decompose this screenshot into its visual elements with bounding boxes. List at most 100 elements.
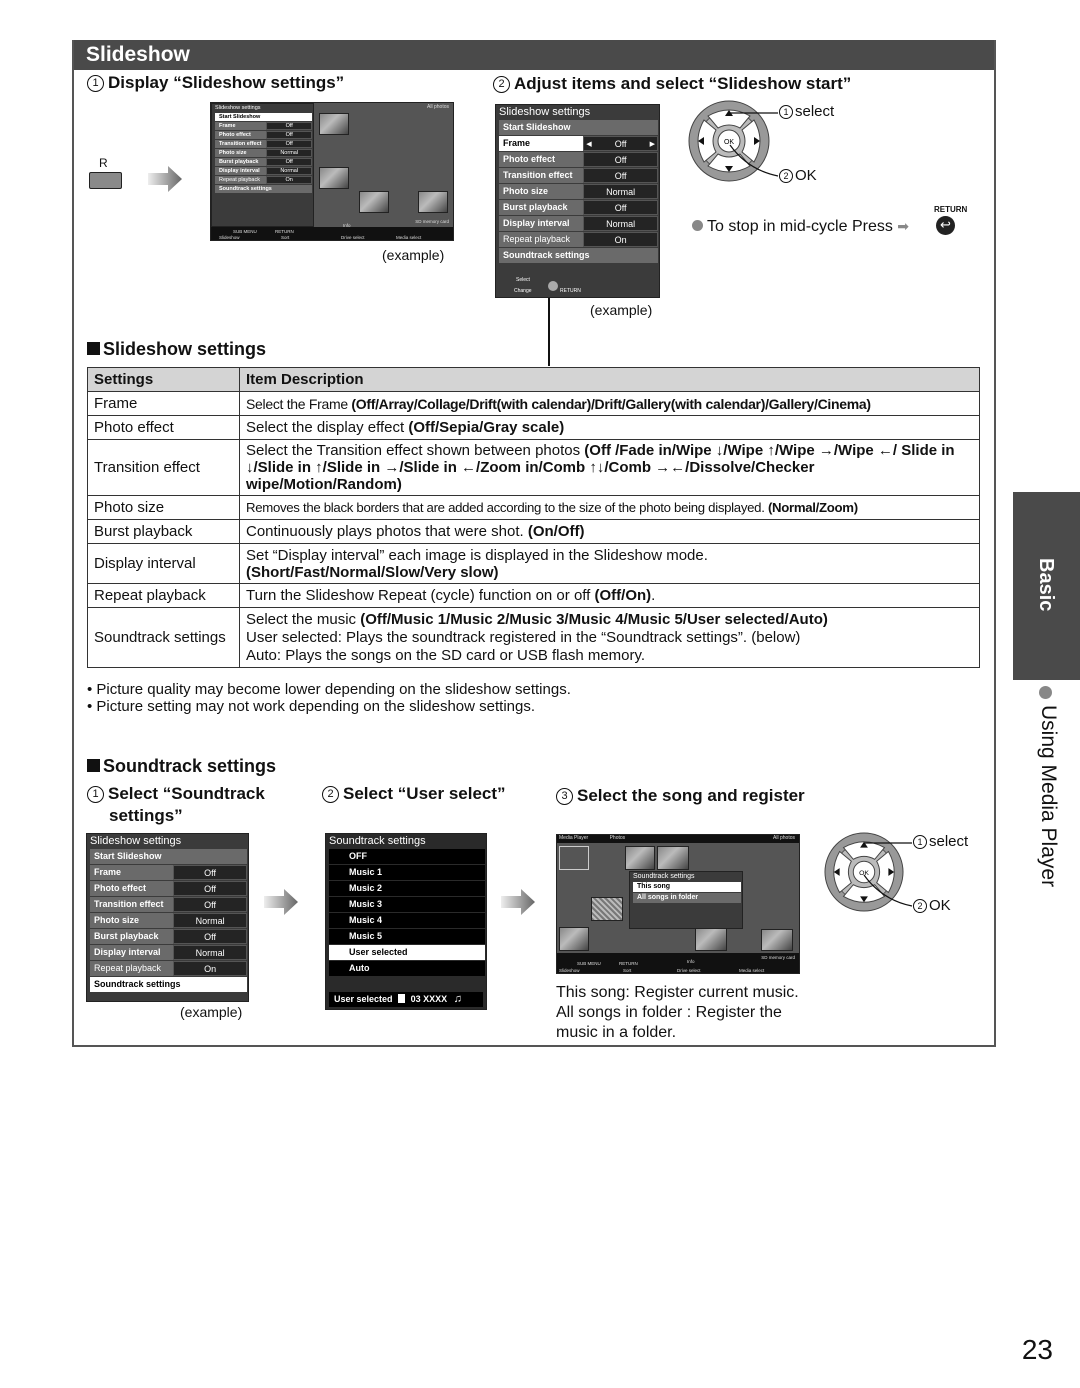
menu-item-start-slideshow[interactable]: Start Slideshow — [499, 120, 658, 135]
soundtrack-option[interactable]: Music 5 — [329, 929, 485, 944]
soundtrack-option[interactable]: OFF — [329, 849, 485, 864]
select-callout: 1 select — [913, 833, 968, 850]
soundtrack-option[interactable]: Music 1 — [329, 865, 485, 880]
menu-item[interactable]: Burst playback Off — [90, 929, 247, 944]
menu-title: Slideshow settings — [499, 106, 591, 118]
music-note-icon: ♫ — [453, 993, 462, 1005]
file-icon — [398, 994, 406, 1003]
section-soundtrack-settings: Soundtrack settings — [87, 756, 276, 777]
ok-callout: 2 OK — [913, 897, 951, 914]
example-caption: (example) — [590, 302, 653, 318]
menu-item[interactable]: Repeat playback On — [215, 176, 312, 184]
menu-item[interactable]: Start Slideshow — [215, 113, 312, 121]
return-label: RETURN — [934, 205, 968, 214]
page-number: 23 — [1021, 1334, 1053, 1365]
step1-title: Display “Slideshow settings” — [108, 73, 345, 92]
slideshow-settings-menu: Slideshow settings Start Slideshow Frame… — [495, 104, 660, 298]
table-row: Repeat playback Turn the Slideshow Repea… — [87, 583, 980, 608]
stop-note: To stop in mid-cycle Press ➡ — [692, 218, 909, 236]
table-row: Photo size Removes the black borders tha… — [87, 495, 980, 520]
menu-item-display-interval[interactable]: Display interval Normal — [499, 216, 658, 231]
soundtrack-popup: Soundtrack settings This song All songs … — [629, 871, 743, 929]
footer-return: RETURN — [560, 288, 581, 294]
soundtrack-option-selected[interactable]: User selected — [329, 945, 485, 960]
user-selected-footer: User selected 03 XXXX ♫ — [329, 992, 483, 1007]
note-item: • Picture setting may not work depending… — [87, 698, 536, 715]
step3-description: This song: Register current music. All s… — [556, 984, 799, 1041]
example-caption: (example) — [382, 247, 445, 263]
menu-item[interactable]: Photo size Normal — [90, 913, 247, 928]
note-item: • Picture quality may become lower depen… — [87, 681, 571, 698]
tv-screen-example-1: All photos Slideshow settings Start Slid… — [210, 102, 454, 241]
bullet-icon — [1039, 686, 1052, 699]
step-number: 1 — [87, 75, 104, 92]
soundtrack-step1-heading: 1 Select “Soundtrack settings” — [87, 783, 265, 827]
table-row: Transition effect Select the Transition … — [87, 439, 980, 496]
table-row: Soundtrack settings Select the music (Of… — [87, 607, 980, 668]
soundtrack-settings-menu: Soundtrack settings OFF Music 1 Music 2 … — [325, 833, 487, 1010]
menu-item[interactable]: Photo effect Off — [90, 881, 247, 896]
menu-item[interactable]: Transition effect Off — [215, 140, 312, 148]
side-caption: Using Media Player — [1037, 705, 1060, 888]
soundtrack-step2-heading: 2 Select “User select” — [322, 784, 506, 804]
select-callout: 1 select — [779, 103, 834, 120]
return-button-icon: ↩ — [936, 216, 955, 235]
table-row: Burst playback Continuously plays photos… — [87, 519, 980, 544]
tv-footer-bar: SD memory card Slideshow Sort Drive sele… — [557, 953, 799, 973]
soundtrack-step3-heading: 3 Select the song and register — [556, 786, 805, 806]
menu-item[interactable]: Frame Off — [215, 122, 312, 130]
slideshow-settings-menu-2: Slideshow settings Start Slideshow Frame… — [86, 833, 249, 1002]
soundtrack-option[interactable]: Auto — [329, 961, 485, 976]
menu-item[interactable]: Frame Off — [90, 865, 247, 880]
menu-item[interactable]: Repeat playback On — [90, 961, 247, 976]
popup-option-all-songs[interactable]: All songs in folder — [633, 893, 741, 903]
menu-item-repeat-playback[interactable]: Repeat playback On — [499, 232, 658, 247]
arrow-icon: ➡ — [897, 218, 910, 234]
arrow-right-icon — [264, 889, 298, 915]
r-button — [89, 172, 122, 189]
popup-option-this-song[interactable]: This song — [633, 882, 741, 892]
ok-callout: 2 OK — [779, 167, 817, 184]
menu-item[interactable]: Photo size Normal — [215, 149, 312, 157]
menu-item[interactable]: Transition effect Off — [90, 897, 247, 912]
menu-item-transition-effect[interactable]: Transition effect Off — [499, 168, 658, 183]
soundtrack-option[interactable]: Music 3 — [329, 897, 485, 912]
menu-item-burst-playback[interactable]: Burst playback Off — [499, 200, 658, 215]
menu-item[interactable]: Start Slideshow — [90, 849, 247, 864]
step-number: 2 — [493, 76, 510, 93]
arrow-right-icon — [501, 889, 535, 915]
callout-lines — [863, 842, 913, 907]
soundtrack-option[interactable]: Music 4 — [329, 913, 485, 928]
footer-change: Change — [514, 288, 532, 294]
table-header: Settings Item Description — [87, 367, 980, 392]
menu-item[interactable]: Photo effect Off — [215, 131, 312, 139]
menu-item-soundtrack-settings[interactable]: Soundtrack settings — [90, 977, 247, 992]
callout-lines — [729, 112, 779, 177]
menu-item[interactable]: Display interval Normal — [215, 167, 312, 175]
menu-item-frame[interactable]: Frame ◀ Off ▶ — [499, 136, 658, 151]
menu-item[interactable]: Soundtrack settings — [215, 185, 312, 193]
tv-screen-example-3: Media Player Photos All photos Soundtrac… — [556, 834, 800, 974]
side-tab-basic: Basic — [1013, 492, 1080, 680]
menu-item-soundtrack-settings[interactable]: Soundtrack settings — [499, 248, 658, 263]
frame-value[interactable]: ◀ Off ▶ — [583, 136, 658, 151]
example-caption: (example) — [180, 1004, 243, 1020]
tv-footer-bar: SUB MENU RETURN Info SD memory card Slid… — [211, 219, 453, 240]
settings-table: Settings Item Description Frame Select t… — [87, 367, 980, 668]
all-photos-label: All photos — [427, 104, 449, 110]
menu-item-photo-effect[interactable]: Photo effect Off — [499, 152, 658, 167]
footer-select: Select — [516, 277, 530, 283]
menu-item-photo-size[interactable]: Photo size Normal — [499, 184, 658, 199]
dpad-mini-icon — [548, 281, 558, 291]
table-row: Photo effect Select the display effect (… — [87, 415, 980, 440]
table-row: Frame Select the Frame (Off/Array/Collag… — [87, 391, 980, 416]
step2-heading: 2 Adjust items and select “Slideshow star… — [493, 74, 851, 94]
table-row: Display interval Set “Display interval” … — [87, 543, 980, 584]
menu-item[interactable]: Display interval Normal — [90, 945, 247, 960]
menu-title: Slideshow settings — [215, 105, 261, 111]
step1-heading: 1 Display “Slideshow settings” — [87, 73, 344, 93]
soundtrack-option[interactable]: Music 2 — [329, 881, 485, 896]
bullet-icon — [692, 220, 703, 231]
menu-item[interactable]: Burst playback Off — [215, 158, 312, 166]
notes-list: • Picture quality may become lower depen… — [87, 681, 571, 715]
